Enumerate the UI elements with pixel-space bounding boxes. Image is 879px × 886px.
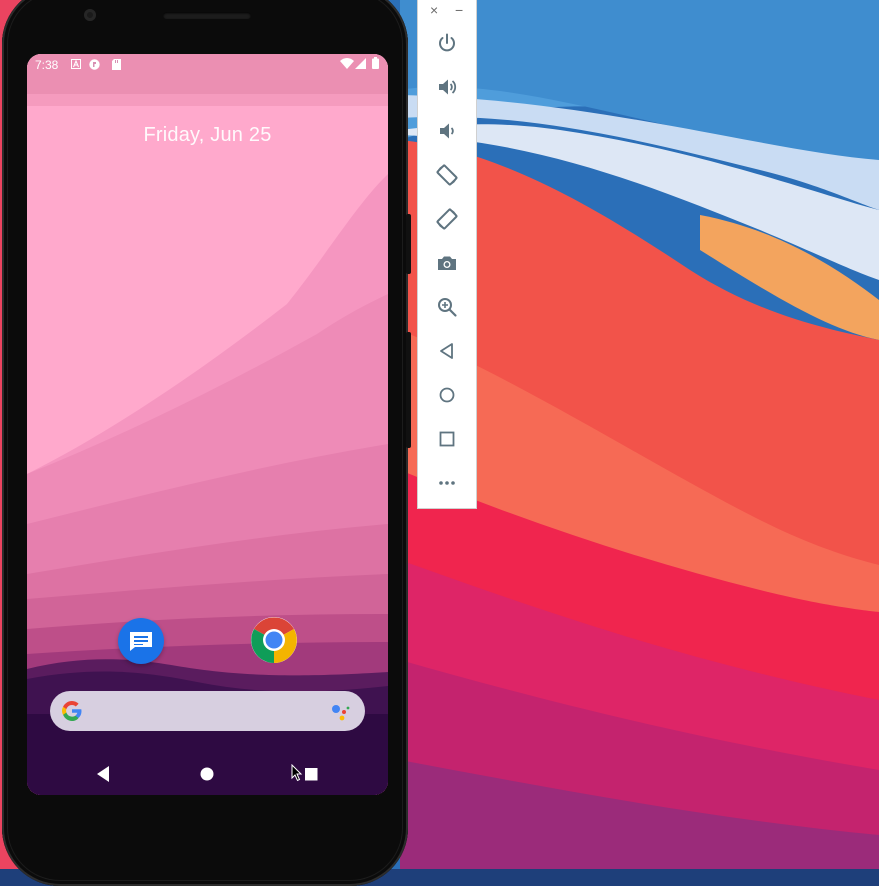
- settings-notification-icon: [89, 59, 100, 70]
- volume-down-icon: [440, 123, 454, 139]
- chrome-app-icon[interactable]: [251, 617, 297, 663]
- volume-up-button[interactable]: [434, 74, 460, 100]
- sd-card-icon: [112, 59, 121, 70]
- earpiece-speaker: [163, 12, 251, 19]
- messages-app-icon[interactable]: [118, 618, 164, 664]
- home-button[interactable]: [434, 382, 460, 408]
- mouse-cursor-icon: [291, 764, 303, 782]
- chrome-icon: [251, 617, 297, 663]
- home-date[interactable]: Friday, Jun 25: [27, 124, 388, 147]
- home-wallpaper: [27, 54, 388, 795]
- zoom-button[interactable]: [434, 294, 460, 320]
- zoom-icon: [438, 298, 457, 317]
- phone-frame: 7:38 Friday, Jun 25: [2, 0, 411, 886]
- google-g-icon: [62, 701, 82, 721]
- back-button[interactable]: [434, 338, 460, 364]
- wifi-icon: [340, 58, 354, 69]
- overview-icon: [439, 431, 455, 447]
- toolbar-close-button[interactable]: ×: [430, 2, 438, 18]
- camera-icon: [438, 256, 456, 270]
- navigation-bar: [27, 754, 388, 795]
- battery-icon: [372, 57, 379, 69]
- volume-down-button[interactable]: [434, 118, 460, 144]
- more-button[interactable]: [434, 470, 460, 496]
- toolbar-minimize-button[interactable]: −: [455, 2, 463, 18]
- volume-up-icon: [439, 79, 457, 95]
- overview-button[interactable]: [434, 426, 460, 452]
- google-assistant-icon[interactable]: [330, 702, 352, 722]
- screenshot-button[interactable]: [434, 250, 460, 276]
- phone-screen[interactable]: 7:38 Friday, Jun 25: [27, 54, 388, 795]
- back-icon: [440, 343, 453, 359]
- messages-icon: [130, 632, 152, 651]
- signal-icon: [355, 58, 366, 69]
- nav-home-button[interactable]: [199, 766, 215, 782]
- status-time: 7:38: [35, 58, 59, 72]
- power-side-button: [406, 214, 411, 274]
- nav-back-button[interactable]: [95, 764, 111, 784]
- more-icon: [439, 481, 455, 485]
- rotate-left-button[interactable]: [434, 162, 460, 188]
- status-bar: 7:38: [27, 54, 388, 76]
- rotate-right-icon: [436, 208, 458, 230]
- volume-side-button: [406, 332, 411, 448]
- emulator-toolbar: × −: [417, 0, 477, 509]
- power-icon: [439, 33, 455, 52]
- home-icon: [439, 387, 455, 403]
- nav-recents-button[interactable]: [303, 766, 319, 782]
- power-button[interactable]: [434, 30, 460, 56]
- rotate-left-icon: [436, 164, 458, 186]
- a11y-icon: [71, 59, 81, 69]
- front-camera: [84, 9, 96, 21]
- rotate-right-button[interactable]: [434, 206, 460, 232]
- google-search-bar[interactable]: [50, 691, 365, 731]
